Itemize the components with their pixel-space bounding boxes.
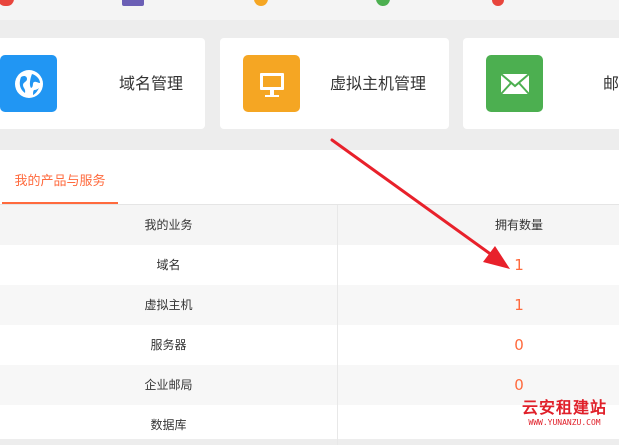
table-header: 我的业务 拥有数量 bbox=[0, 205, 619, 245]
service-name: 数据库 bbox=[0, 405, 338, 445]
service-name: 企业邮局 bbox=[0, 365, 338, 405]
service-name: 服务器 bbox=[0, 325, 338, 365]
green-partial-icon[interactable] bbox=[376, 0, 390, 6]
service-count[interactable]: 1 bbox=[338, 285, 619, 325]
purple-partial-icon[interactable] bbox=[122, 0, 144, 6]
service-count[interactable]: 0 bbox=[338, 325, 619, 365]
orange-partial-icon[interactable] bbox=[254, 0, 268, 6]
mail-management-card[interactable]: 邮 bbox=[463, 38, 619, 129]
table-row: 域名 1 bbox=[0, 245, 619, 285]
red-partial-icon[interactable] bbox=[0, 0, 14, 6]
virtual-host-management-card[interactable]: 虚拟主机管理 bbox=[220, 38, 449, 129]
watermark-title: 云安租建站 bbox=[521, 398, 607, 417]
table-row: 服务器 0 bbox=[0, 325, 619, 365]
table-row: 虚拟主机 1 bbox=[0, 285, 619, 325]
watermark-logo: 云安租建站 WWW.YUNANZU.COM bbox=[510, 398, 619, 428]
products-panel: 我的产品与服务 我的业务 拥有数量 域名 1 虚拟主机 1 服务器 0 企业邮局… bbox=[0, 150, 619, 445]
tab-my-products[interactable]: 我的产品与服务 bbox=[2, 150, 118, 204]
globe-icon bbox=[0, 55, 57, 112]
virtual-host-management-label: 虚拟主机管理 bbox=[330, 74, 427, 93]
service-name: 虚拟主机 bbox=[0, 285, 338, 325]
monitor-icon bbox=[243, 55, 300, 112]
tab-bar: 我的产品与服务 bbox=[0, 150, 619, 205]
header-service: 我的业务 bbox=[0, 205, 338, 245]
red-partial-icon-2[interactable] bbox=[492, 0, 504, 6]
service-name: 域名 bbox=[0, 245, 338, 285]
service-count[interactable]: 1 bbox=[338, 245, 619, 285]
top-strip bbox=[0, 0, 619, 20]
watermark-url: WWW.YUNANZU.COM bbox=[528, 418, 601, 427]
domain-management-card[interactable]: 域名管理 bbox=[0, 38, 205, 129]
mail-management-label: 邮 bbox=[603, 74, 619, 93]
header-count: 拥有数量 bbox=[494, 218, 543, 232]
domain-management-label: 域名管理 bbox=[119, 74, 184, 93]
envelope-icon bbox=[486, 55, 543, 112]
